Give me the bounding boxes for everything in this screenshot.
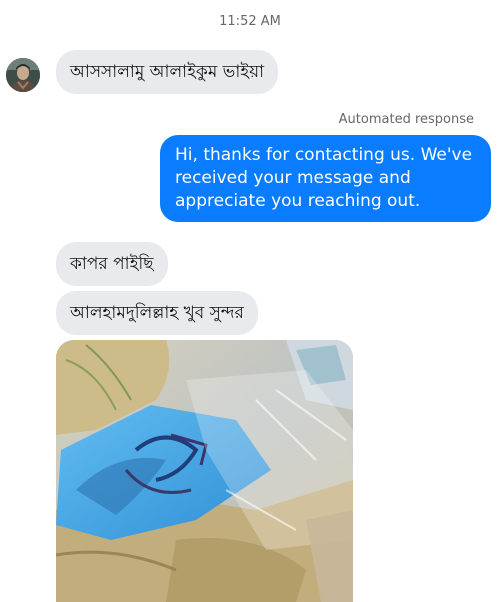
automated-response-label: Automated response [338,112,474,127]
avatar-photo-icon [6,58,40,92]
incoming-message-greeting[interactable]: আসসালামু আলাইকুম ভাইয়া [56,50,279,94]
incoming-message-praise[interactable]: আলহামদুলিল্লাহ খুব সুন্দর [56,291,258,335]
message-timestamp: 11:52 AM [219,14,281,29]
incoming-message-received[interactable]: কাপর পাইছি [56,242,168,286]
clothing-photo-icon [56,340,353,602]
sender-avatar[interactable] [6,58,40,92]
photo-attachment[interactable] [56,340,353,602]
outgoing-auto-reply-message[interactable]: Hi, thanks for contacting us. We've rece… [160,135,491,222]
